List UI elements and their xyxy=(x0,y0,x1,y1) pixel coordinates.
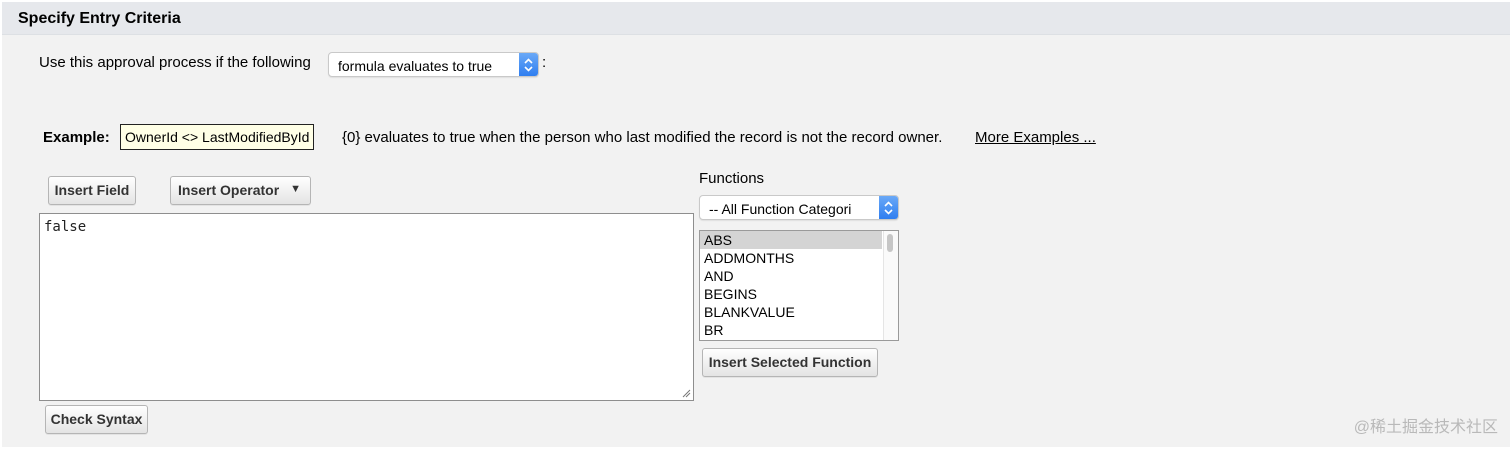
function-category-select[interactable]: -- All Function Categori xyxy=(699,195,899,220)
insert-operator-label: Insert Operator xyxy=(178,182,280,198)
check-syntax-button[interactable]: Check Syntax xyxy=(45,405,148,434)
insert-field-label: Insert Field xyxy=(54,182,130,198)
formula-value: false xyxy=(44,219,87,235)
function-category-value: -- All Function Categori xyxy=(709,201,852,217)
insert-selected-function-label: Insert Selected Function xyxy=(708,354,872,370)
example-formula: OwnerId <> LastModifiedById xyxy=(120,124,315,150)
resize-handle-icon[interactable] xyxy=(682,389,691,398)
insert-selected-function-button[interactable]: Insert Selected Function xyxy=(702,348,878,377)
function-list-scrollbar[interactable] xyxy=(883,231,898,340)
function-item-addmonths[interactable]: ADDMONTHS xyxy=(700,249,882,267)
watermark: @稀土掘金技术社区 xyxy=(1353,419,1498,436)
example-label: Example: xyxy=(43,129,110,146)
section-header: Specify Entry Criteria xyxy=(2,2,1510,35)
select-stepper-icon xyxy=(519,53,538,76)
select-stepper-icon xyxy=(879,196,898,219)
functions-heading: Functions xyxy=(699,170,765,187)
scrollbar-thumb[interactable] xyxy=(887,234,893,252)
function-item-abs[interactable]: ABS xyxy=(700,231,882,249)
section-title: Specify Entry Criteria xyxy=(18,10,181,27)
function-item-br[interactable]: BR xyxy=(700,321,882,339)
criteria-type-select[interactable]: formula evaluates to true xyxy=(328,52,539,77)
function-list[interactable]: ABS ADDMONTHS AND BEGINS BLANKVALUE BR xyxy=(699,230,899,341)
more-examples-link[interactable]: More Examples ... xyxy=(975,129,1096,146)
example-description: {0} evaluates to true when the person wh… xyxy=(342,129,943,146)
entry-criteria-panel: Specify Entry Criteria Use this approval… xyxy=(2,2,1510,447)
formula-editor[interactable]: false xyxy=(39,213,694,401)
check-syntax-label: Check Syntax xyxy=(50,411,143,427)
function-item-blankvalue[interactable]: BLANKVALUE xyxy=(700,303,882,321)
function-item-and[interactable]: AND xyxy=(700,267,882,285)
function-item-begins[interactable]: BEGINS xyxy=(700,285,882,303)
dropdown-triangle-icon: ▼ xyxy=(290,183,301,195)
criteria-prefix-label: Use this approval process if the followi… xyxy=(39,54,311,71)
criteria-type-value: formula evaluates to true xyxy=(338,58,493,74)
insert-field-button[interactable]: Insert Field xyxy=(48,176,136,205)
criteria-suffix: : xyxy=(542,54,547,71)
insert-operator-button[interactable]: Insert Operator ▼ xyxy=(170,176,311,205)
